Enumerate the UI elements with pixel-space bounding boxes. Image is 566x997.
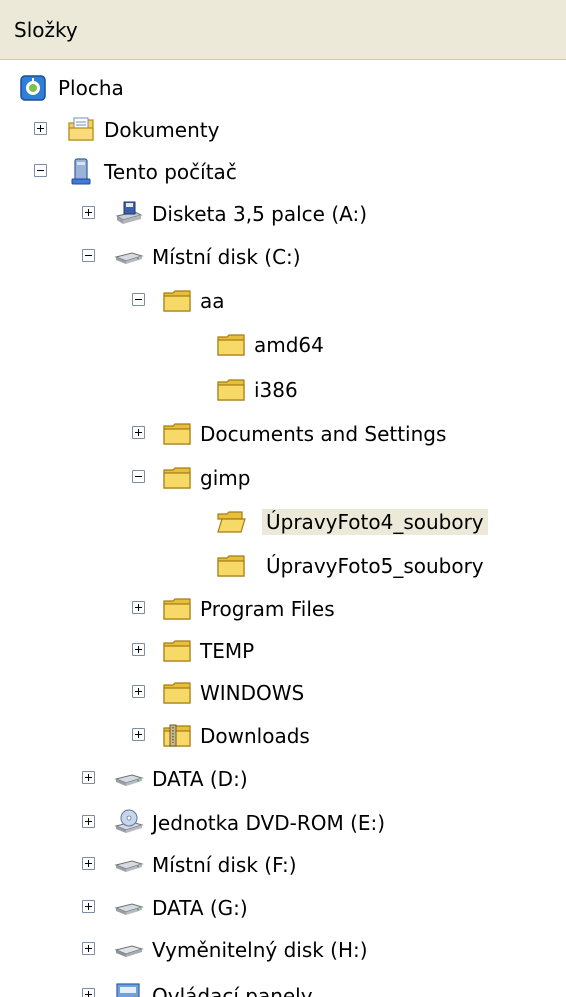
tree-item-label: Program Files xyxy=(200,597,335,621)
control-panel-icon xyxy=(114,981,144,997)
tree-item-aa[interactable]: aa xyxy=(0,281,566,321)
hard-drive-icon xyxy=(114,242,144,272)
tree-item-disk-c[interactable]: Místní disk (C:) xyxy=(0,237,566,277)
expand-toggle-icon[interactable] xyxy=(34,122,47,135)
tree-item-data-g[interactable]: DATA (G:) xyxy=(0,888,566,928)
tree-item-label: Tento počítač xyxy=(104,160,237,184)
folder-icon xyxy=(216,330,246,360)
tree-item-label: Plocha xyxy=(58,76,124,100)
tree-item-label: Jednotka DVD-ROM (E:) xyxy=(152,811,386,835)
tree-item-label: ÚpravyFoto4_soubory xyxy=(262,509,488,535)
tree-item-label: Ovládací panely xyxy=(152,984,313,997)
my-documents-icon xyxy=(66,115,96,145)
tree-item-label: Místní disk (C:) xyxy=(152,245,301,269)
tree-item-label: Disketa 3,5 palce (A:) xyxy=(152,202,368,226)
tree-item-documents-and-settings[interactable]: Documents and Settings xyxy=(0,414,566,454)
expand-toggle-icon[interactable] xyxy=(82,988,95,997)
tree-item-windows[interactable]: WINDOWS xyxy=(0,673,566,713)
tree-item-dokumenty[interactable]: Dokumenty xyxy=(0,110,566,150)
tree-item-label: Dokumenty xyxy=(104,118,220,142)
tree-item-label: amd64 xyxy=(254,333,324,357)
folder-icon xyxy=(162,594,192,624)
folder-icon xyxy=(216,551,246,581)
desktop-icon xyxy=(18,73,48,103)
expand-toggle-icon[interactable] xyxy=(132,685,145,698)
folders-pane-title: Složky xyxy=(14,18,78,42)
expand-toggle-icon[interactable] xyxy=(132,426,145,439)
collapse-toggle-icon[interactable] xyxy=(82,249,95,262)
tree-item-i386[interactable]: i386 xyxy=(0,370,566,410)
tree-item-label: DATA (D:) xyxy=(152,767,248,791)
collapse-toggle-icon[interactable] xyxy=(132,293,145,306)
tree-item-label: DATA (G:) xyxy=(152,896,248,920)
tree-item-disketa[interactable]: Disketa 3,5 palce (A:) xyxy=(0,194,566,234)
tree-item-ovladaci-panely[interactable]: Ovládací panely xyxy=(0,976,566,997)
folders-pane: Složky Plocha Dokumenty Tento počítač Di… xyxy=(0,0,566,997)
expand-toggle-icon[interactable] xyxy=(132,643,145,656)
open-folder-icon xyxy=(216,507,246,537)
folder-icon xyxy=(216,375,246,405)
folder-icon xyxy=(162,419,192,449)
tree-item-temp[interactable]: TEMP xyxy=(0,631,566,671)
tree-item-upravyfoto4-soubory[interactable]: ÚpravyFoto4_soubory xyxy=(0,502,566,542)
expand-toggle-icon[interactable] xyxy=(82,815,95,828)
collapse-toggle-icon[interactable] xyxy=(132,470,145,483)
tree-item-label: gimp xyxy=(200,466,251,490)
folder-icon xyxy=(162,463,192,493)
tree-item-label: TEMP xyxy=(200,639,255,663)
tree-item-program-files[interactable]: Program Files xyxy=(0,589,566,629)
tree-item-gimp[interactable]: gimp xyxy=(0,458,566,498)
folders-pane-header: Složky xyxy=(0,0,566,60)
tree-item-plocha[interactable]: Plocha xyxy=(0,68,566,108)
expand-toggle-icon[interactable] xyxy=(82,900,95,913)
expand-toggle-icon[interactable] xyxy=(82,206,95,219)
folder-icon xyxy=(162,636,192,666)
my-computer-icon xyxy=(66,157,96,187)
tree-item-label: WINDOWS xyxy=(200,681,305,705)
folder-icon xyxy=(162,286,192,316)
compressed-folder-icon xyxy=(162,721,192,751)
tree-item-label: Documents and Settings xyxy=(200,422,447,446)
expand-toggle-icon[interactable] xyxy=(132,601,145,614)
expand-toggle-icon[interactable] xyxy=(82,857,95,870)
collapse-toggle-icon[interactable] xyxy=(34,164,47,177)
hard-drive-icon xyxy=(114,850,144,880)
tree-item-label: Downloads xyxy=(200,724,310,748)
removable-drive-icon xyxy=(114,935,144,965)
expand-toggle-icon[interactable] xyxy=(82,942,95,955)
tree-item-label: ÚpravyFoto5_soubory xyxy=(266,554,484,578)
folder-icon xyxy=(162,678,192,708)
tree-item-data-d[interactable]: DATA (D:) xyxy=(0,759,566,799)
tree-item-upravyfoto5-soubory[interactable]: ÚpravyFoto5_soubory xyxy=(0,546,566,586)
tree-item-label: Místní disk (F:) xyxy=(152,853,297,877)
tree-item-removable-h[interactable]: Vyměnitelný disk (H:) xyxy=(0,930,566,970)
tree-item-dvd-e[interactable]: Jednotka DVD-ROM (E:) xyxy=(0,803,566,843)
tree-item-label: aa xyxy=(200,289,225,313)
hard-drive-icon xyxy=(114,764,144,794)
tree-item-disk-f[interactable]: Místní disk (F:) xyxy=(0,845,566,885)
tree-item-tento-pocitac[interactable]: Tento počítač xyxy=(0,152,566,192)
dvd-drive-icon xyxy=(114,808,144,838)
expand-toggle-icon[interactable] xyxy=(132,728,145,741)
floppy-drive-icon xyxy=(114,199,144,229)
tree-item-label: i386 xyxy=(254,378,298,402)
expand-toggle-icon[interactable] xyxy=(82,771,95,784)
tree-item-amd64[interactable]: amd64 xyxy=(0,325,566,365)
hard-drive-icon xyxy=(114,893,144,923)
tree-item-label: Vyměnitelný disk (H:) xyxy=(152,938,368,962)
tree-item-downloads[interactable]: Downloads xyxy=(0,716,566,756)
